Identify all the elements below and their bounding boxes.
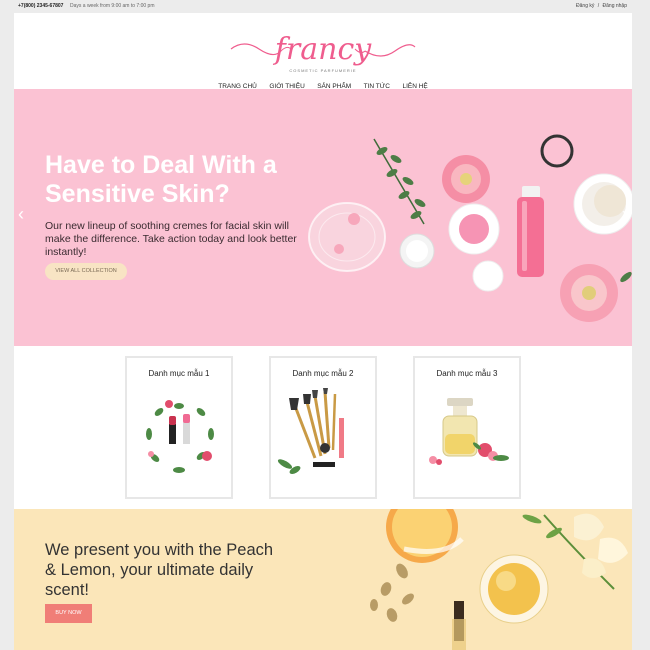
category-title: Danh mục mẫu 3: [436, 369, 498, 378]
banner-title: We present you with the Peach & Lemon, y…: [45, 541, 274, 599]
category-card-3[interactable]: Danh mục mẫu 3: [413, 356, 521, 499]
login-link[interactable]: Đăng nhập: [603, 3, 627, 9]
site-logo[interactable]: francy COSMETIC PARFUMERIE: [14, 27, 632, 73]
logo-tagline: COSMETIC PARFUMERIE: [289, 68, 357, 73]
category-title: Danh mục mẫu 2: [292, 369, 354, 378]
lipstick-flatlay-image: [146, 400, 214, 473]
logo-text: francy: [273, 32, 372, 67]
hero-title: Have to Deal With a Sensitive Skin?: [45, 151, 277, 208]
auth-links: Đăng ký / Đăng nhập: [575, 3, 628, 9]
slider-next-icon[interactable]: ›: [622, 205, 628, 223]
view-collection-button[interactable]: VIEW ALL COLLECTION: [45, 263, 127, 280]
auth-separator: /: [597, 3, 600, 9]
slider-dots: [313, 336, 328, 346]
top-bar: +7(800) 2345-67807 Days a week from 9:00…: [0, 0, 650, 13]
makeup-brushes-image: [277, 388, 344, 474]
hero-slider: Have to Deal With a Sensitive Skin? Our …: [14, 89, 632, 346]
page-container: francy COSMETIC PARFUMERIE TRANG CHỦ GIỚ…: [14, 13, 632, 650]
category-card-1[interactable]: Danh mục mẫu 1: [125, 356, 233, 499]
hero-description: Our new lineup of soothing cremes for fa…: [45, 220, 297, 258]
opening-hours: Days a week from 9:00 am to 7:00 pm: [70, 3, 155, 9]
category-title: Danh mục mẫu 1: [148, 369, 210, 378]
hero-cosmetics-image: [308, 134, 632, 322]
register-link[interactable]: Đăng ký: [576, 3, 594, 9]
category-card-2[interactable]: Danh mục mẫu 2: [269, 356, 377, 499]
logo-wordmark: francy: [230, 32, 416, 67]
phone-number: +7(800) 2345-67807: [18, 3, 64, 9]
oil-bottle-image: [429, 398, 509, 465]
slider-prev-icon[interactable]: ‹: [18, 205, 24, 223]
promo-banner: We present you with the Peach & Lemon, y…: [14, 509, 632, 650]
buy-now-button[interactable]: BUY NOW: [45, 604, 92, 623]
